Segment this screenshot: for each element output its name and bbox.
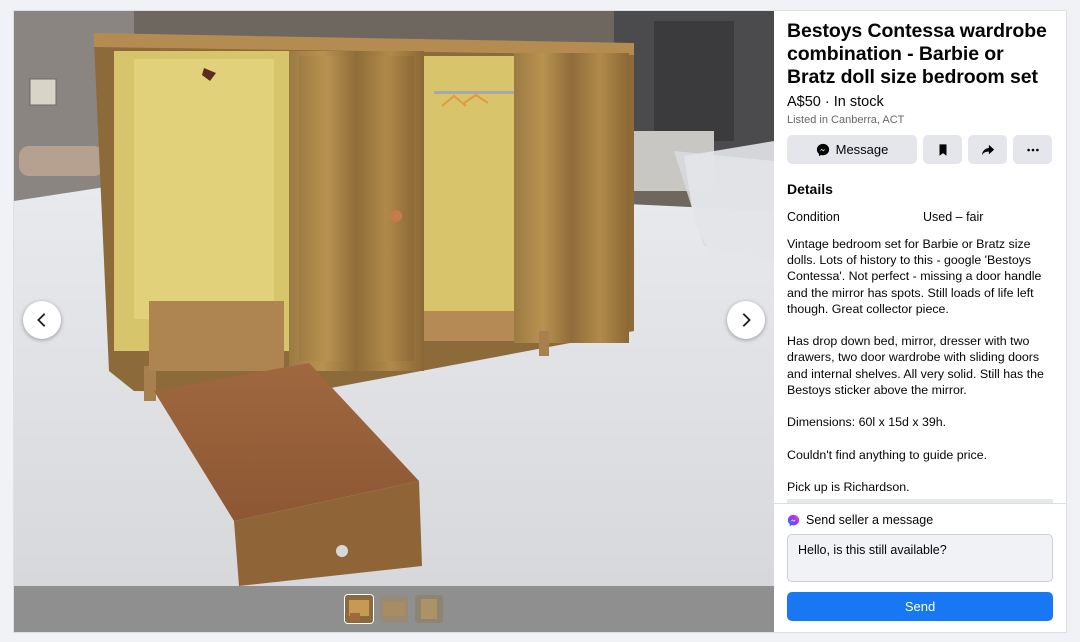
action-bar: Message [787, 135, 1053, 164]
message-button[interactable]: Message [787, 135, 917, 164]
share-icon [981, 144, 994, 155]
listing-price: A$50 · In stock [787, 94, 884, 110]
send-button[interactable]: Send [787, 592, 1053, 621]
thumbnail-image [345, 595, 373, 623]
condition-label: Condition [787, 210, 840, 224]
details-scroll-area[interactable]: Bestoys Contessa wardrobe combination - … [774, 11, 1066, 503]
thumbnail-3[interactable] [415, 595, 443, 623]
messenger-icon [787, 514, 800, 526]
photo-viewer [14, 11, 774, 632]
bookmark-icon [939, 143, 946, 156]
listing-description: Vintage bedroom set for Barbie or Bratz … [787, 237, 1044, 495]
thumbnail-strip [14, 586, 774, 632]
composer-header: Send seller a message [787, 513, 1053, 527]
chevron-right-icon [742, 313, 751, 327]
divider [774, 503, 1066, 504]
previous-photo-button[interactable] [23, 301, 61, 339]
listing-title: Bestoys Contessa wardrobe combination - … [787, 20, 1047, 88]
condition-value: Used – fair [923, 210, 984, 224]
listing-location: Listed in Canberra, ACT [787, 114, 905, 126]
listing-photo [14, 11, 774, 586]
thumbnail-image [415, 595, 443, 623]
save-button[interactable] [923, 135, 962, 164]
thumbnail-2[interactable] [380, 595, 408, 623]
message-composer: Send seller a message Hello, is this sti… [787, 513, 1053, 587]
more-icon [1026, 148, 1039, 151]
next-photo-button[interactable] [727, 301, 765, 339]
message-button-label: Message [835, 142, 889, 157]
thumbnail-image [380, 595, 408, 623]
details-heading: Details [787, 181, 833, 197]
share-button[interactable] [968, 135, 1007, 164]
condition-row: Condition Used – fair [787, 210, 1053, 224]
composer-title: Send seller a message [806, 513, 934, 527]
chevron-left-icon [37, 313, 46, 327]
more-options-button[interactable] [1013, 135, 1052, 164]
listing-details-panel: Bestoys Contessa wardrobe combination - … [774, 11, 1066, 632]
marketplace-listing-viewer: Bestoys Contessa wardrobe combination - … [14, 11, 1066, 632]
messenger-icon [816, 143, 829, 156]
thumbnail-1[interactable] [345, 595, 373, 623]
message-input[interactable]: Hello, is this still available? [787, 534, 1053, 582]
